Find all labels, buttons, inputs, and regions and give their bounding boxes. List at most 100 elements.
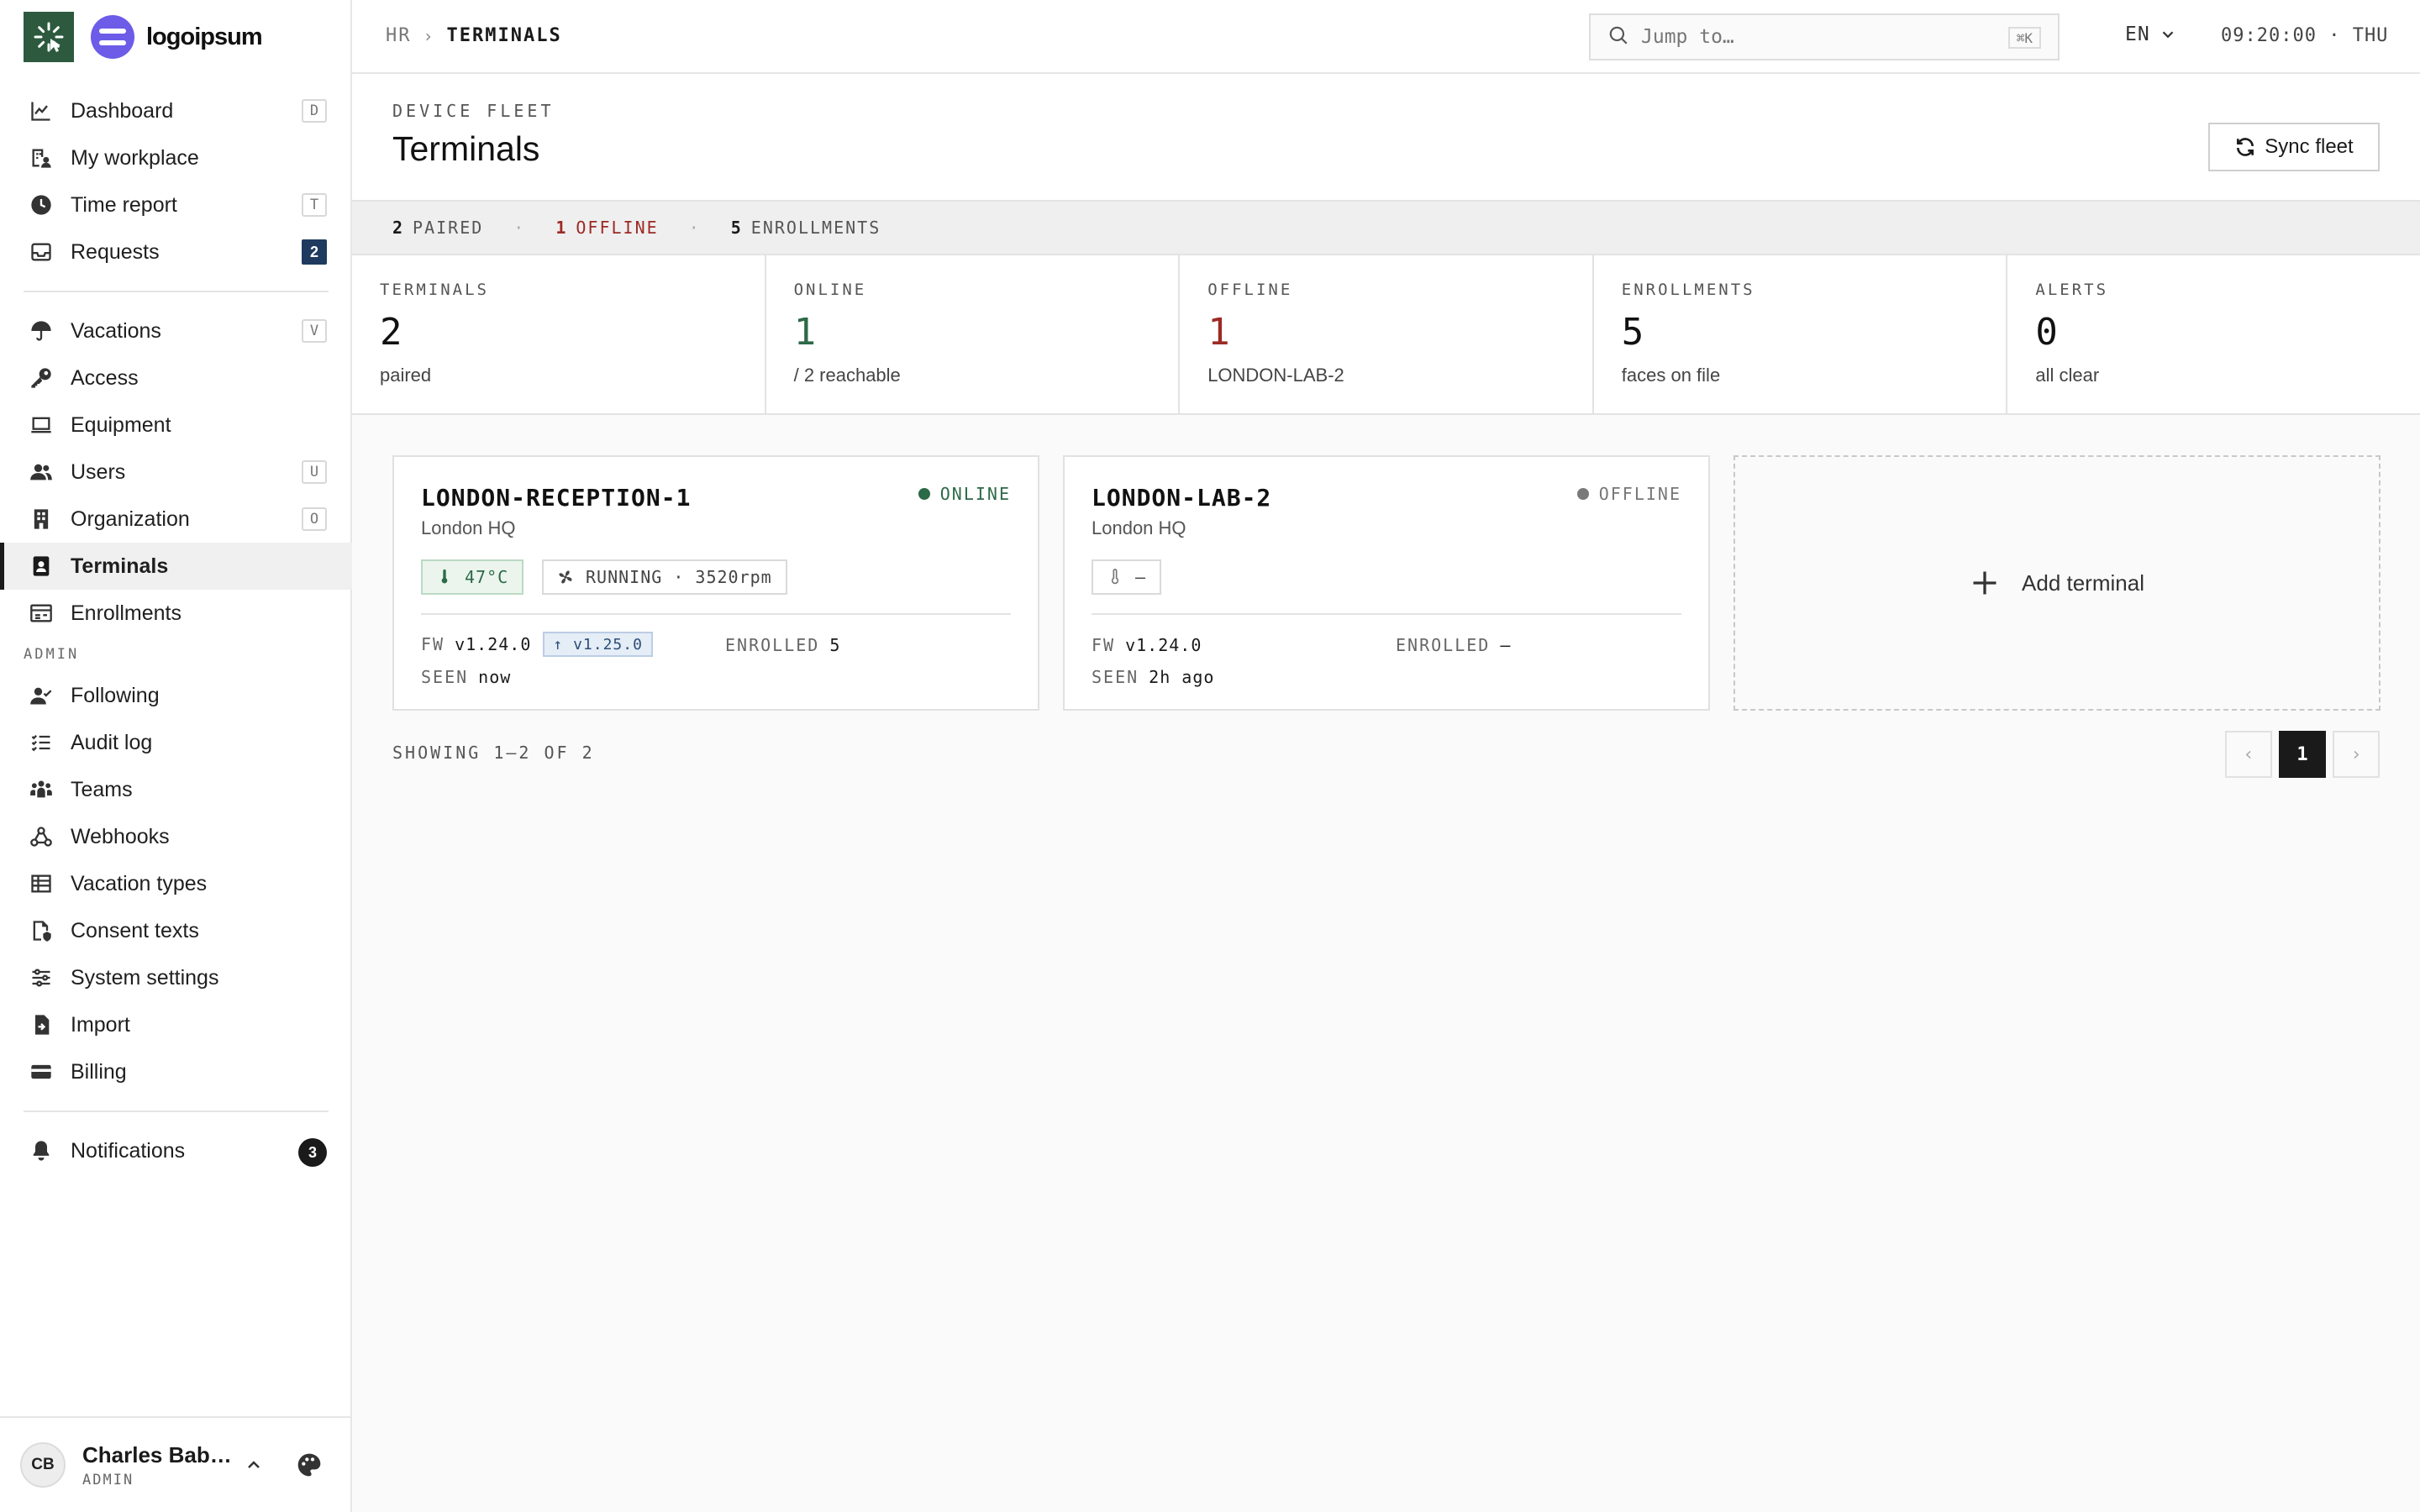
- sidebar-item-my-workplace[interactable]: My workplace: [0, 134, 352, 181]
- topbar: HR › TERMINALS Jump to… ⌘K EN 09:20:00 ·…: [352, 0, 2420, 74]
- terminal-card[interactable]: LONDON-RECEPTION-1 London HQ ONLINE 47°C…: [392, 455, 1039, 711]
- refresh-icon: [2237, 138, 2254, 156]
- offline-label: OFFLINE: [576, 218, 659, 238]
- terminal-card[interactable]: LONDON-LAB-2 London HQ OFFLINE — FW v1.2…: [1063, 455, 1710, 711]
- sidebar-item-vacations[interactable]: Vacations V: [0, 307, 352, 354]
- enrollments-label: ENROLLMENTS: [750, 218, 881, 238]
- credit-card-icon: [29, 1059, 54, 1084]
- inbox-icon: [29, 239, 54, 265]
- table-icon: [29, 871, 54, 896]
- meta-key: ENROLLED: [1396, 635, 1491, 655]
- sidebar-nav: Dashboard D My workplace Time report T R…: [0, 87, 352, 1174]
- sidebar-item-requests[interactable]: Requests 2: [0, 228, 352, 276]
- temperature-chip: 47°C: [421, 559, 524, 595]
- stat-label: OFFLINE: [1207, 281, 1293, 299]
- sidebar-item-notifications[interactable]: Notifications 3: [0, 1127, 352, 1174]
- language-value: EN: [2125, 24, 2150, 45]
- separator: ·: [513, 218, 526, 238]
- sidebar-item-organization[interactable]: Organization O: [0, 496, 352, 543]
- terminal-site: London HQ: [421, 517, 516, 538]
- pagination: ‹ 1 ›: [2225, 731, 2380, 778]
- sidebar-item-label: Enrollments: [71, 601, 182, 625]
- brand[interactable]: logoipsum: [24, 12, 263, 62]
- sidebar-item-import[interactable]: Import: [0, 1001, 352, 1048]
- chevron-up-icon[interactable]: [244, 1455, 264, 1475]
- divider: [24, 1110, 329, 1112]
- sidebar-item-audit-log[interactable]: Audit log: [0, 719, 352, 766]
- prev-page-button[interactable]: ‹: [2225, 731, 2272, 778]
- brand-name: logoipsum: [146, 23, 263, 50]
- stat-label: TERMINALS: [380, 281, 489, 299]
- sidebar-item-enrollments[interactable]: Enrollments: [0, 590, 352, 637]
- stat-sub: / 2 reachable: [793, 365, 901, 386]
- summary-strip: 2 PAIRED · 1 OFFLINE · 5 ENROLLMENTS: [352, 200, 2420, 255]
- sidebar-item-label: Access: [71, 365, 139, 390]
- next-page-button[interactable]: ›: [2333, 731, 2380, 778]
- sidebar-item-label: Consent texts: [71, 918, 199, 942]
- meta-key: FW: [421, 634, 445, 654]
- sidebar-item-webhooks[interactable]: Webhooks: [0, 813, 352, 860]
- sidebar-item-teams[interactable]: Teams: [0, 766, 352, 813]
- app-launcher-icon[interactable]: [24, 12, 74, 62]
- user-check-icon: [29, 683, 54, 708]
- status-dot-icon: [918, 488, 930, 500]
- paired-label: PAIRED: [413, 218, 484, 238]
- palette-icon[interactable]: [296, 1452, 323, 1478]
- chart-line-icon: [29, 98, 54, 123]
- meta-key: ENROLLED: [725, 635, 820, 655]
- sidebar-item-terminals[interactable]: Terminals: [0, 543, 352, 590]
- terminal-site: London HQ: [1092, 517, 1186, 538]
- language-select[interactable]: EN: [2125, 24, 2177, 45]
- sidebar-item-label: System settings: [71, 965, 219, 990]
- webhook-icon: [29, 824, 54, 849]
- badge-id-icon: [29, 554, 54, 579]
- temperature-chip: —: [1092, 559, 1162, 595]
- shortcut-key: D: [302, 99, 327, 123]
- search-placeholder: Jump to…: [1641, 26, 1734, 48]
- firmware-update-badge[interactable]: ↑ v1.25.0: [543, 632, 653, 657]
- sidebar-item-label: Dashboard: [71, 98, 174, 123]
- sidebar-item-billing[interactable]: Billing: [0, 1048, 352, 1095]
- sidebar-item-consent-texts[interactable]: Consent texts: [0, 907, 352, 954]
- users-icon: [29, 459, 54, 485]
- enrollments-count: 5: [730, 218, 743, 238]
- sidebar-item-equipment[interactable]: Equipment: [0, 402, 352, 449]
- user-menu[interactable]: CB Charles Bab… ADMIN: [0, 1416, 350, 1512]
- search-input[interactable]: Jump to… ⌘K: [1589, 13, 2060, 60]
- sidebar-item-label: Organization: [71, 507, 190, 531]
- sidebar-item-label: Time report: [71, 192, 177, 217]
- firmware-version: v1.24.0: [1125, 635, 1202, 655]
- file-import-icon: [29, 1012, 54, 1037]
- clock-icon: [29, 192, 54, 218]
- chevron-down-icon: [2162, 31, 2174, 39]
- divider: [24, 291, 329, 292]
- sidebar-item-following[interactable]: Following: [0, 672, 352, 719]
- sidebar-item-label: Notifications: [71, 1138, 186, 1163]
- stat-sub: all clear: [2035, 365, 2100, 386]
- firmware-row: FW v1.24.0: [1092, 635, 1202, 655]
- sidebar-item-time-report[interactable]: Time report T: [0, 181, 352, 228]
- fan-icon: [559, 570, 572, 584]
- last-seen: 2h ago: [1149, 667, 1215, 687]
- breadcrumb-hr[interactable]: HR: [386, 25, 412, 46]
- sync-fleet-button[interactable]: Sync fleet: [2208, 123, 2380, 171]
- sidebar-item-vacation-types[interactable]: Vacation types: [0, 860, 352, 907]
- meta-key: SEEN: [421, 667, 469, 687]
- fan-status: RUNNING · 3520rpm: [586, 567, 772, 587]
- add-terminal-button[interactable]: Add terminal: [1733, 455, 2381, 711]
- sidebar-item-system-settings[interactable]: System settings: [0, 954, 352, 1001]
- status-dot-icon: [1576, 488, 1589, 500]
- page-button-current[interactable]: 1: [2279, 731, 2326, 778]
- sidebar-item-label: Requests: [71, 239, 160, 264]
- stat-value: 2: [380, 311, 402, 354]
- umbrella-icon: [29, 318, 54, 344]
- logo-icon: [91, 15, 134, 59]
- divider: [1092, 613, 1681, 615]
- sidebar-item-users[interactable]: Users U: [0, 449, 352, 496]
- breadcrumb-separator-icon: ›: [423, 25, 435, 46]
- sidebar-item-dashboard[interactable]: Dashboard D: [0, 87, 352, 134]
- stat-value: 1: [1207, 311, 1230, 354]
- id-card-icon: [29, 601, 54, 626]
- sidebar-item-access[interactable]: Access: [0, 354, 352, 402]
- shortcut-key: O: [302, 507, 327, 531]
